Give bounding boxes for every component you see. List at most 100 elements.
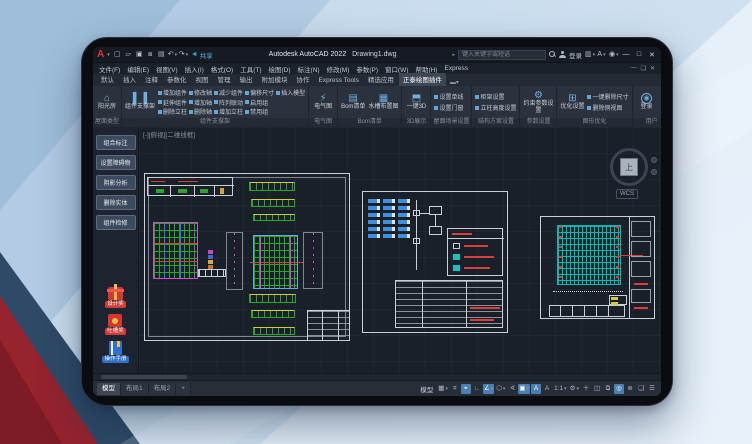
- panel-title[interactable]: 图形优化: [557, 118, 631, 127]
- sidebar-tool-button[interactable]: 设置障碍物: [96, 155, 136, 170]
- account-icon[interactable]: [559, 51, 566, 58]
- ribbon-small-button[interactable]: 启用组: [245, 98, 268, 107]
- sidebar-tool-button[interactable]: 删除实体: [96, 195, 136, 210]
- osnap-tracking-icon[interactable]: ∢: [507, 384, 517, 394]
- undo-icon[interactable]: ↶: [168, 50, 177, 60]
- horizontal-scrollbar[interactable]: [93, 373, 661, 380]
- delete-side-view-button[interactable]: 删除侧视图: [587, 103, 628, 112]
- doc-minimize-button[interactable]: —: [631, 65, 637, 72]
- viewcube-top-face[interactable]: 上: [620, 158, 638, 176]
- ribbon-tab[interactable]: Express Tools: [315, 76, 363, 86]
- annotation-visibility-icon[interactable]: A: [531, 384, 541, 394]
- gutter-layout-button[interactable]: ▦ 水槽布置图: [368, 93, 398, 111]
- ribbon-tab[interactable]: 精选应用: [364, 73, 398, 86]
- isodraft-icon[interactable]: ⬡: [495, 384, 506, 394]
- sidebar-tool-button[interactable]: 组件检修: [96, 215, 136, 230]
- sidebar-tool-button[interactable]: 阴影分析: [96, 175, 136, 190]
- feedback-award-button[interactable]: 吐槽奖: [105, 314, 126, 335]
- doc-close-button[interactable]: ✕: [650, 65, 655, 72]
- menu-item[interactable]: 帮助(H): [415, 64, 437, 74]
- polar-tracking-icon[interactable]: ∠: [483, 384, 494, 394]
- annotation-scale-label[interactable]: 1:1: [553, 384, 568, 394]
- menu-item[interactable]: 窗口(W): [385, 64, 408, 74]
- menu-item[interactable]: 文件(F): [99, 64, 120, 74]
- annotation-monitor-icon[interactable]: ＋: [581, 384, 591, 394]
- menu-item[interactable]: 绘图(D): [269, 64, 291, 74]
- sidebar-tool-button[interactable]: 组合标注: [96, 135, 136, 150]
- navbar-zoom-icon[interactable]: [651, 169, 657, 175]
- osnap-icon[interactable]: ▣: [518, 384, 530, 394]
- viewport-controls-label[interactable]: [-][俯视][二维线框]: [143, 129, 195, 139]
- autodesk-apps-icon[interactable]: A: [597, 50, 606, 60]
- redo-icon[interactable]: ↷: [179, 50, 188, 60]
- share-button[interactable]: ◄ 共享: [191, 50, 213, 60]
- hardware-accel-icon[interactable]: ⊛: [625, 384, 635, 394]
- wcs-dropdown[interactable]: WCS: [616, 189, 638, 199]
- quick-properties-icon[interactable]: ⧉: [603, 384, 613, 394]
- panel-title[interactable]: 3D展示: [402, 118, 430, 127]
- units-icon[interactable]: ◫: [592, 384, 602, 394]
- ribbon-tab[interactable]: 协作: [293, 73, 314, 86]
- ribbon-tab[interactable]: 默认: [97, 73, 118, 86]
- menu-item[interactable]: 插入(I): [185, 64, 204, 74]
- ribbon-small-button[interactable]: 增加组件: [158, 88, 187, 97]
- menu-item[interactable]: 修改(M): [327, 64, 350, 74]
- delete-dimensions-button[interactable]: 一键删除尺寸: [587, 92, 628, 101]
- search-input[interactable]: [458, 50, 546, 60]
- ribbon-small-button[interactable]: 增加立柱: [214, 107, 243, 116]
- menu-item[interactable]: 视图(V): [156, 64, 178, 74]
- isolate-objects-icon[interactable]: ◎: [614, 384, 624, 394]
- menu-item[interactable]: 标注(N): [298, 64, 320, 74]
- save-icon[interactable]: ▣: [135, 50, 144, 59]
- open-folder-icon[interactable]: ▱: [124, 50, 133, 59]
- ribbon-tab[interactable]: 管理: [214, 73, 235, 86]
- ribbon-tab[interactable]: 输出: [236, 73, 257, 86]
- bom-list-button[interactable]: ▤ Bom清单: [341, 93, 365, 111]
- save-as-icon[interactable]: ⧈: [146, 50, 155, 59]
- menu-item[interactable]: 工具(T): [240, 64, 261, 74]
- sign-in-label[interactable]: 登录: [569, 50, 582, 60]
- ribbon-small-button[interactable]: 删除轴: [189, 107, 212, 116]
- panel-title[interactable]: 电气图: [309, 118, 337, 127]
- snap-icon[interactable]: ⌗: [450, 384, 460, 394]
- set-single-line-button[interactable]: 设置单线: [434, 92, 463, 101]
- panel-title[interactable]: 屋面类型: [93, 118, 121, 127]
- ribbon-small-button[interactable]: 偏移尺寸: [245, 88, 274, 97]
- ortho-icon[interactable]: ∟: [472, 384, 482, 394]
- ribbon-small-button[interactable]: 删除立柱: [158, 107, 187, 116]
- one-key-3d-button[interactable]: ⬒ 一键3D: [405, 93, 427, 111]
- ribbon-tab[interactable]: 插入: [119, 73, 140, 86]
- set-door-window-button[interactable]: 设置门窗: [434, 103, 463, 112]
- ribbon-small-button[interactable]: 修改轴: [189, 88, 212, 97]
- panel-title[interactable]: 屋面场景设置: [431, 118, 471, 127]
- menu-item[interactable]: Express: [444, 65, 467, 72]
- support-frame-button[interactable]: ▌▐ 组件支撑架: [125, 93, 155, 111]
- search-icon[interactable]: [549, 51, 556, 58]
- ribbon-small-button[interactable]: 插入模型: [276, 88, 305, 97]
- panel-title[interactable]: Bom清单: [338, 118, 401, 127]
- autocad-logo-icon[interactable]: A: [97, 50, 104, 60]
- appstore-cart-icon[interactable]: ▥: [585, 50, 594, 60]
- model-space-toggle[interactable]: 模型: [420, 384, 433, 394]
- ribbon-small-button[interactable]: 增加轴: [189, 98, 212, 107]
- new-file-icon[interactable]: ▢: [113, 50, 122, 59]
- tab-layout[interactable]: 布局1: [121, 383, 149, 395]
- column-height-button[interactable]: 立柱高度设置: [475, 103, 516, 112]
- navbar-pan-icon[interactable]: [651, 157, 657, 163]
- ribbon-tab[interactable]: 视图: [192, 73, 213, 86]
- add-layout-button[interactable]: +: [176, 383, 191, 395]
- drawing-canvas[interactable]: [-][俯视][二维线框]: [139, 127, 661, 373]
- login-button[interactable]: ◉ 登录: [636, 93, 658, 111]
- panel-title[interactable]: 用户: [633, 118, 662, 127]
- viewcube[interactable]: 上: [610, 148, 648, 186]
- ribbon-small-button[interactable]: 阵列联动: [214, 98, 243, 107]
- autoscale-icon[interactable]: A: [542, 384, 552, 394]
- tab-layout[interactable]: 布局2: [149, 383, 177, 395]
- optimize-settings-button[interactable]: ⊞ 优化设置: [560, 93, 584, 111]
- ribbon-small-button[interactable]: 延伸组件: [158, 98, 187, 107]
- scrollbar-thumb[interactable]: [101, 375, 187, 379]
- maximize-button[interactable]: □: [634, 51, 644, 58]
- minimize-button[interactable]: —: [621, 51, 631, 58]
- clean-screen-icon[interactable]: ❏: [636, 384, 646, 394]
- plot-icon[interactable]: ▤: [157, 50, 166, 59]
